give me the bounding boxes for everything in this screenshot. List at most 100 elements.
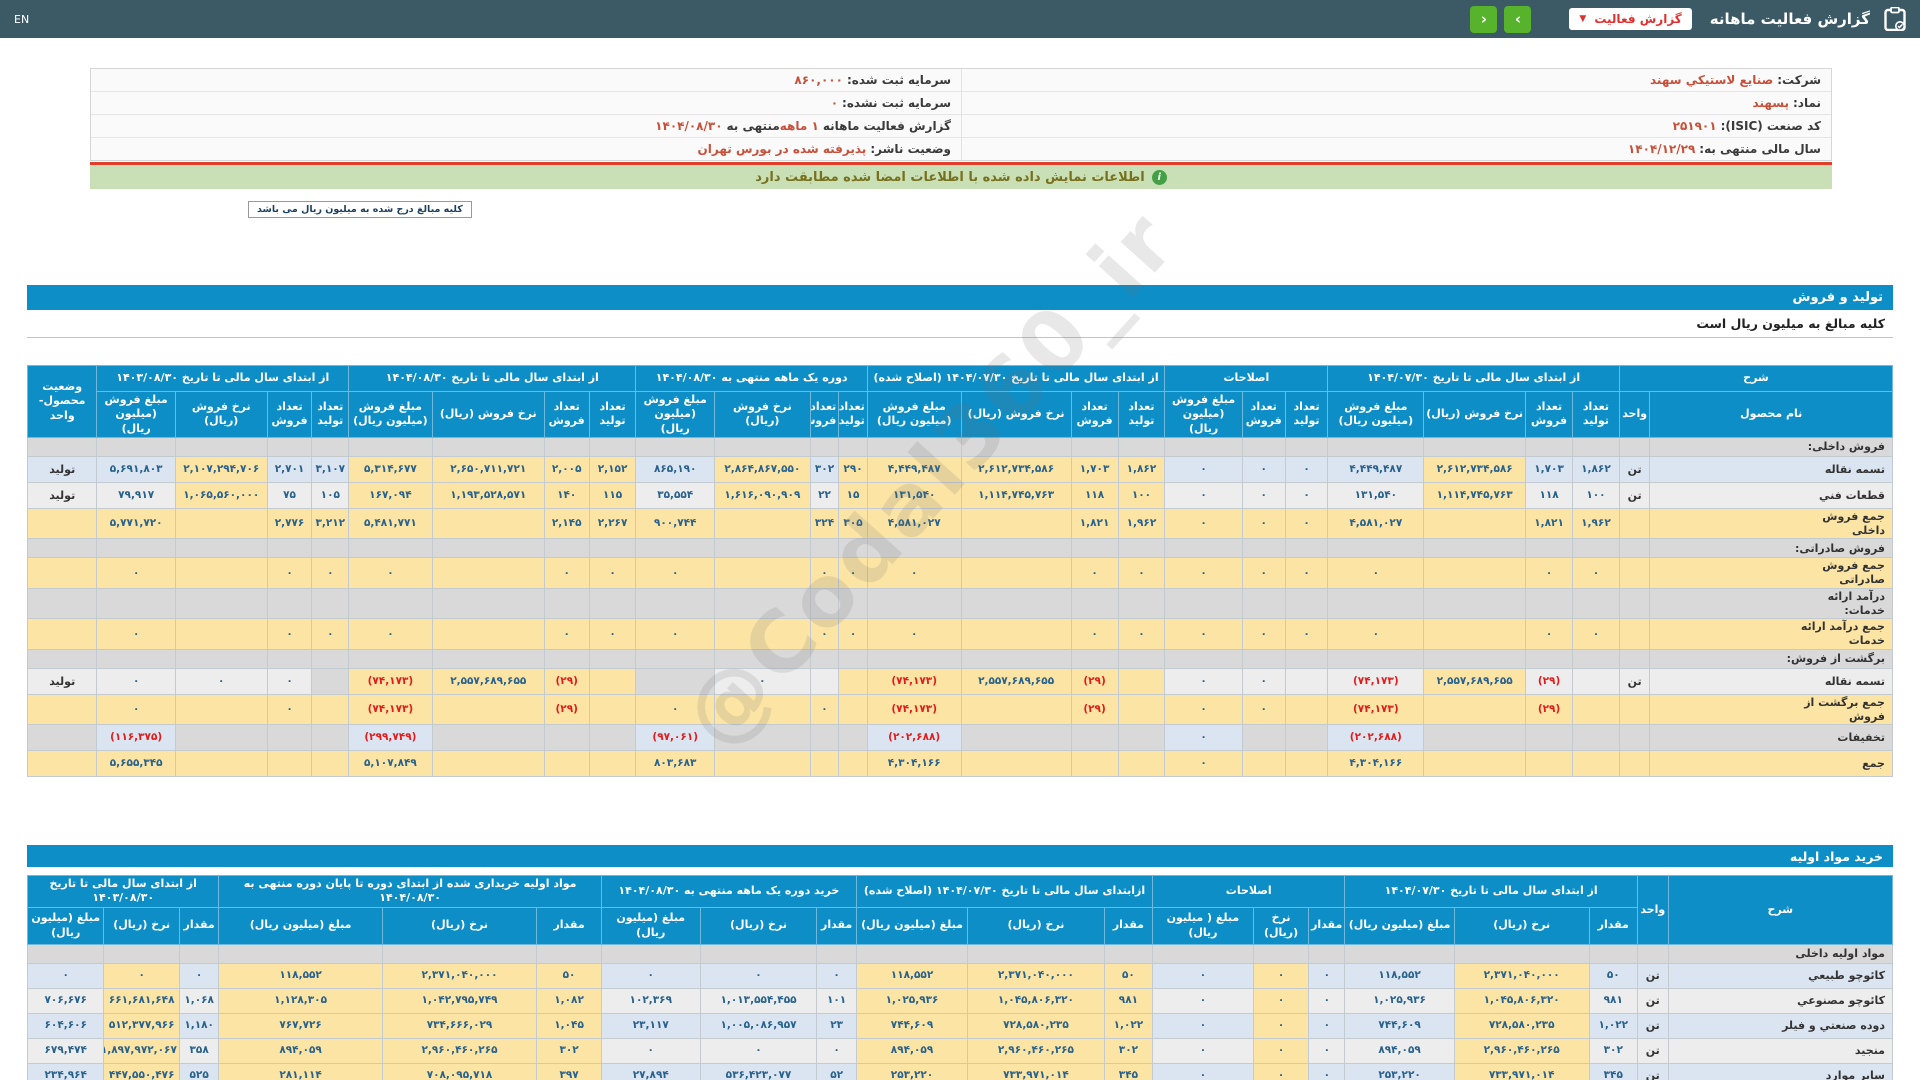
value: ۱,۱۸۰ (184, 1019, 214, 1032)
value: ۵,۳۱۴,۶۷۷ (363, 462, 417, 475)
value: ۱,۰۴۵,۸۰۶,۳۲۰ (1483, 994, 1560, 1007)
column-header-status: وضعیت محصول-واحد (26, 365, 98, 438)
column-header: تعداد فروش (1070, 391, 1119, 438)
section-cell (26, 648, 98, 669)
value-cell (838, 724, 868, 752)
value-cell: ۶۷۹,۴۷۴ (26, 1037, 105, 1064)
value: ۰ (132, 674, 140, 687)
info-label: سرمایه ثبت شده: (846, 73, 951, 87)
value: ۹۰۰,۷۴۴ (653, 517, 697, 530)
unit-cell: تن (1618, 667, 1651, 695)
value-cell: ۱۱۸ (1525, 481, 1573, 509)
table-head: شرح واحد از ابتدای سال مالی تا تاریخ ۱۴۰۴/… (26, 875, 1894, 945)
value-cell: ۱,۱۲۸,۳۰۵ (218, 987, 383, 1014)
row-label: تسمه نقاله (1649, 455, 1893, 483)
value: ۲,۷۷۶ (274, 517, 305, 530)
value: ۰ (672, 703, 679, 716)
value-cell: ۴,۴۴۹,۴۸۷ (866, 455, 962, 483)
value: ۳۰۲ (814, 462, 835, 475)
value: ۰ (138, 969, 145, 982)
value-cell: ۱۵ (838, 481, 868, 509)
info-row: شرکت: صنایع لاستيکي سهند (962, 69, 1831, 92)
value-cell (311, 693, 350, 726)
value-cell: ۰ (311, 557, 350, 589)
value-cell: ۱,۶۱۶,۰۹۰,۹۰۹ (713, 481, 811, 509)
value-cell (960, 724, 1072, 752)
value-cell: ۱۳۱,۵۴۰ (866, 481, 962, 509)
company-info-right-column: شرکت: صنایع لاستيکي سهند نماد: پسهند کد … (961, 69, 1831, 160)
value-cell: ۲,۷۷۶ (266, 507, 313, 540)
value-cell (838, 750, 868, 778)
value: ۱,۰۴۵ (554, 1019, 584, 1032)
value: ۰ (1200, 627, 1207, 640)
value: ۵۲۵ (189, 1069, 209, 1080)
value-cell: (۲۹) (543, 667, 590, 695)
value-cell: ۳,۲۱۲ (311, 507, 350, 540)
section-cell (26, 587, 98, 620)
value-cell (543, 750, 590, 778)
value: ۰ (1138, 566, 1145, 579)
language-toggle[interactable]: EN (14, 13, 29, 26)
row-label: سایر موارد (1667, 1062, 1894, 1080)
section-cell (348, 538, 433, 559)
header-column-row: نام محصول واحد تعداد تولید تعداد فروش نرخ فر… (28, 391, 1893, 438)
value-cell (1117, 693, 1166, 726)
value-cell: ۲۹۰ (838, 455, 868, 483)
value-cell: ۸۰۳,۶۸۳ (635, 750, 715, 778)
section-bar-raw-materials: خرید مواد اولیه (27, 845, 1893, 867)
value-cell: ۰ (178, 962, 220, 989)
unit-cell (1618, 693, 1651, 726)
report-type-dropdown[interactable]: گزارش فعالیت ▼ (1569, 8, 1692, 30)
value-cell: ۲,۵۵۷,۶۸۹,۶۵۵ (960, 667, 1072, 695)
previous-report-button[interactable]: ‹ (1470, 5, 1498, 33)
value: ۰ (1277, 994, 1285, 1007)
value-cell: ۱۰۲,۳۶۹ (600, 987, 701, 1014)
page-title: گزارش فعالیت ماهانه (1709, 10, 1870, 28)
value: ۲۳ (830, 1019, 844, 1032)
section-cell (1525, 436, 1573, 457)
column-header: تعداد فروش (1525, 391, 1573, 438)
next-report-button[interactable]: › (1504, 5, 1532, 33)
column-header: مقدار (178, 906, 220, 945)
value: ۰ (1200, 731, 1207, 744)
value-cell: ۱۱۸,۵۵۲ (855, 962, 969, 989)
value: ۰ (1091, 566, 1098, 579)
section-cell (855, 943, 969, 964)
value-cell: ۰ (1241, 455, 1286, 483)
value: ۳۰۲ (559, 1044, 579, 1057)
value: ۰ (1199, 1019, 1207, 1032)
value-cell (1423, 693, 1527, 726)
value-cell: (۷۴,۱۷۳) (1327, 693, 1425, 726)
value: ۱۴۰ (557, 488, 577, 501)
value-cell: ۰ (1117, 557, 1166, 589)
section-cell (838, 587, 868, 620)
column-header: نرخ فروش (ریال) (431, 391, 545, 438)
value: ۱,۹۶۲ (1581, 517, 1611, 530)
value: ۲,۹۶۰,۴۶۰,۲۶۵ (997, 1044, 1074, 1057)
value-cell: ۴,۳۰۴,۱۶۶ (866, 750, 962, 778)
section-cell (588, 436, 637, 457)
value-cell: ۰ (1164, 750, 1243, 778)
total-row: جمع فروش صادراتی ۰ ۰ ۰ ۰ ۰ ۰ ۰ ۰ ۰ ۰ ۰ ۰ ۰ ۰ ۰ ۰ ۰ ۰ (26, 557, 1893, 589)
section-cell (960, 436, 1072, 457)
info-row: سرمایه ثبت نشده: ۰ (91, 92, 961, 115)
value: ۷۶۷,۷۲۶ (279, 1019, 322, 1032)
value-cell (713, 693, 811, 726)
value: ۲۷,۸۹۴ (632, 1069, 669, 1080)
column-header: نرخ فروش (ریال) (174, 391, 268, 438)
value: ۱,۱۱۴,۷۴۵,۷۶۳ (1436, 488, 1513, 501)
value-cell: ۱۰۰ (1572, 481, 1620, 509)
value: ۰ (1260, 627, 1267, 640)
section-cell (266, 587, 313, 620)
info-label: شرکت: (1777, 73, 1821, 87)
value: ۲,۱۵۲ (597, 462, 628, 475)
value: ۰ (1372, 566, 1380, 579)
section-cell (178, 943, 220, 964)
value-cell (311, 667, 350, 695)
value: ۰ (1260, 462, 1267, 475)
value: ۹۸۱ (1603, 994, 1623, 1007)
value: ۰ (1592, 566, 1600, 579)
column-group: از ابتدای سال مالی تا تاریخ ۱۴۰۴/۰۷/۳۰ (1344, 875, 1638, 908)
value-cell: ۰ (103, 962, 180, 989)
section-cell (348, 436, 433, 457)
